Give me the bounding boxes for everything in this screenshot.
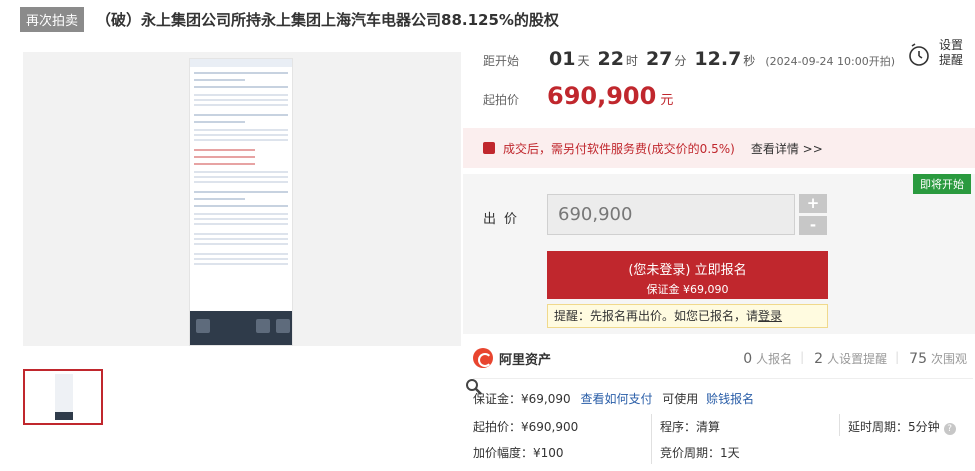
credit-signup-link[interactable]: 赊钱报名 — [706, 392, 754, 406]
signup-line1: (您未登录) 立即报名 — [628, 263, 747, 278]
remind-button[interactable]: 设置提醒 — [905, 38, 975, 72]
fee-details-link[interactable]: 查看详情 >> — [751, 140, 823, 157]
countdown-minutes: 27 — [645, 48, 673, 70]
thumbnail[interactable] — [23, 369, 103, 425]
divider — [839, 414, 840, 436]
signups-count: 0 — [743, 351, 753, 367]
status-badge: 即将开始 — [913, 174, 971, 194]
fee-notice-text: 成交后，需另付软件服务费(成交价的0.5%) — [503, 141, 735, 156]
brand: 阿里资产 — [473, 348, 551, 368]
alibaba-assets-logo — [473, 348, 493, 368]
start-price-label: 起拍价 — [483, 93, 520, 107]
title-bar: 再次拍卖 （破）永上集团公司所持永上集团上海汽车电器公司88.125%的股权 — [20, 6, 960, 32]
auction-tag: 再次拍卖 — [20, 6, 85, 32]
deposit-row: 保证金：¥69,090 查看如何支付 可使用 赊钱报名 — [473, 390, 754, 407]
reminders-label: 人设置提醒 — [827, 352, 888, 366]
login-link[interactable]: 登录 — [758, 309, 782, 323]
start-time: (2024-09-24 10:00开拍) — [765, 55, 896, 68]
decrease-button[interactable]: - — [799, 216, 827, 235]
tip-text: 提醒：先报名再出价。如您已报名，请 — [554, 309, 759, 323]
page-title: （破）永上集团公司所持永上集团上海汽车电器公司88.125%的股权 — [96, 10, 559, 29]
detail-delay: 延时周期：5分钟? — [848, 418, 956, 435]
countdown-days: 01 — [549, 48, 576, 70]
countdown-label: 距开始 — [483, 54, 520, 68]
countdown-days-unit: 天 — [577, 54, 590, 68]
start-price: 起拍价 690,900 元 — [483, 82, 673, 110]
countdown-hours: 22 — [597, 48, 624, 70]
bid-label: 出价 — [483, 212, 526, 227]
views-count: 75 — [909, 351, 927, 367]
login-tip: 提醒：先报名再出价。如您已报名，请登录 — [547, 304, 828, 328]
countdown-hours-unit: 时 — [625, 54, 638, 68]
countdown-minutes-unit: 分 — [674, 54, 687, 68]
document-preview — [189, 58, 293, 346]
question-icon[interactable]: ? — [943, 423, 956, 435]
detail-increment: 加价幅度：¥100 — [473, 446, 564, 460]
brand-name: 阿里资产 — [499, 352, 552, 368]
countdown: 距开始 01 天 22 时 27 分 12.7 秒 (2024-09-24 10… — [483, 48, 895, 70]
fee-notice: 成交后，需另付软件服务费(成交价的0.5%) 查看详情 >> — [463, 128, 975, 168]
start-price-value: 690,900 — [547, 82, 657, 110]
clock-icon — [909, 43, 929, 66]
increase-button[interactable]: + — [799, 194, 827, 213]
available-text: 可使用 — [662, 392, 699, 406]
main-image[interactable] — [23, 52, 482, 395]
divider — [651, 414, 652, 464]
remind-label: 设置提醒 — [939, 38, 964, 67]
signup-deposit: 保证金 ¥69,090 — [646, 283, 729, 296]
divider — [473, 378, 973, 379]
reminders-count: 2 — [814, 351, 824, 367]
bag-icon — [483, 142, 495, 154]
bid-area: 即将开始 出价 + - (您未登录) 立即报名 保证金 ¥69,090 提醒：先… — [463, 174, 975, 334]
detail-start-price: 起拍价：¥690,900 — [473, 420, 579, 434]
detail-procedure: 程序：清算 — [660, 420, 721, 434]
countdown-seconds-unit: 秒 — [743, 54, 756, 68]
deposit-text: 保证金：¥69,090 — [473, 392, 571, 406]
countdown-seconds: 12.7 — [694, 48, 742, 70]
signup-button[interactable]: (您未登录) 立即报名 保证金 ¥69,090 — [547, 251, 828, 299]
stats: 0 人报名 | 2 人设置提醒 | 75 次围观 — [743, 350, 967, 367]
how-to-pay-link[interactable]: 查看如何支付 — [580, 392, 652, 406]
signups-label: 人报名 — [756, 352, 793, 366]
delay-text: 延时周期：5分钟 — [848, 420, 940, 434]
views-label: 次围观 — [930, 352, 967, 366]
bid-input[interactable] — [547, 194, 795, 235]
start-price-unit: 元 — [660, 93, 674, 108]
detail-cycle: 竞价周期：1天 — [660, 446, 740, 460]
